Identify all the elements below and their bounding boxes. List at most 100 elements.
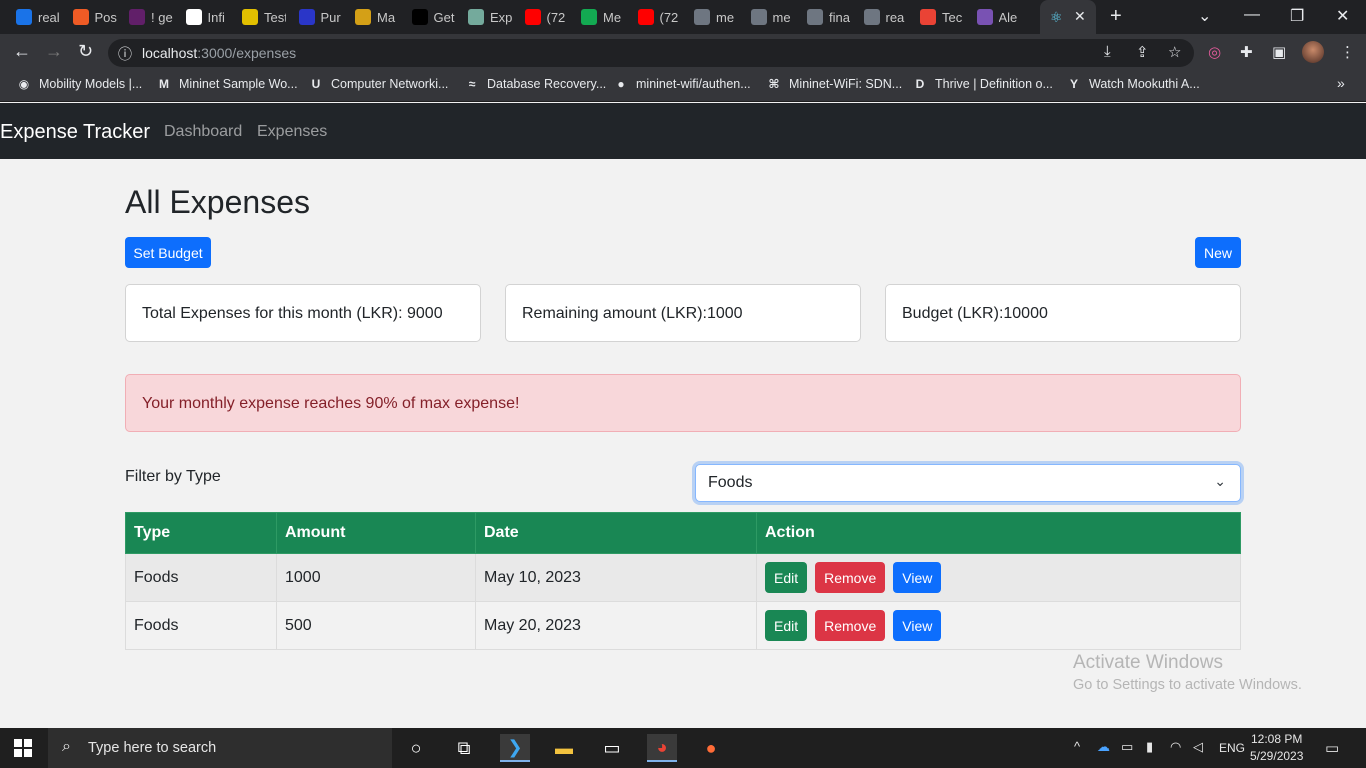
menu-icon[interactable]: ⋮ — [1340, 43, 1355, 61]
browser-tab[interactable]: me — [750, 0, 805, 34]
bookmark-item[interactable]: U Computer Networki... — [308, 76, 449, 92]
tab-title: (72 — [659, 9, 679, 25]
browser-tab[interactable]: ! ge — [129, 0, 183, 34]
cell-amount: 500 — [276, 601, 476, 650]
browser-tab[interactable]: real — [16, 0, 70, 34]
total-expenses-card: Total Expenses for this month (LKR): 900… — [125, 284, 481, 342]
browser-tab[interactable]: Pur — [298, 0, 353, 34]
browser-tab[interactable]: (72 — [524, 0, 579, 34]
more-bookmarks-icon[interactable]: » — [1337, 75, 1345, 91]
tab-favicon-icon — [920, 9, 936, 25]
battery-icon[interactable]: ▭ — [1121, 739, 1133, 755]
browser-tab[interactable]: Me — [581, 0, 635, 34]
close-window-icon[interactable]: ✕ — [1336, 6, 1349, 26]
bookmark-item[interactable]: ◉ Mobility Models |... — [16, 76, 143, 92]
new-expense-button[interactable]: New — [1195, 237, 1241, 268]
postman-icon[interactable]: ● — [696, 734, 726, 762]
reload-icon[interactable]: ↻ — [78, 41, 93, 62]
cell-date: May 10, 2023 — [475, 553, 757, 602]
clock[interactable]: 12:08 PM 5/29/2023 — [1250, 731, 1303, 765]
tab-title: Get — [433, 9, 455, 25]
vscode-icon[interactable]: ❯ — [500, 734, 530, 762]
bookmark-icon: U — [311, 77, 321, 91]
tab-title: ! ge — [151, 9, 173, 25]
tab-favicon-icon — [72, 9, 89, 25]
share-icon[interactable]: ⇪ — [1136, 43, 1149, 61]
browser-tab[interactable]: Ale — [976, 0, 1031, 34]
profile-avatar[interactable] — [1302, 41, 1324, 63]
restore-icon[interactable]: ❐ — [1290, 6, 1304, 26]
selected-type: Foods — [708, 474, 753, 491]
bookmark-item[interactable]: ● mininet-wifi/authen... — [613, 76, 750, 92]
browser-tab[interactable]: Test — [242, 0, 296, 34]
browser-tab[interactable]: Pos — [72, 0, 127, 34]
sidepanel-icon[interactable]: ▣ — [1272, 43, 1286, 61]
browser-tab[interactable]: Exp — [468, 0, 522, 34]
set-budget-button[interactable]: Set Budget — [125, 237, 211, 268]
install-icon[interactable]: ⤓ — [1104, 43, 1111, 60]
tab-active[interactable]: ⚛ — [1040, 0, 1096, 34]
edit-button[interactable]: Edit — [765, 562, 808, 593]
tab-favicon-icon — [976, 9, 993, 25]
tab-favicon-icon — [16, 9, 32, 25]
brand[interactable]: Expense Tracker — [0, 121, 150, 144]
browser-tab[interactable]: Get — [411, 0, 466, 34]
browser-tab[interactable]: Infi — [185, 0, 240, 34]
remove-button[interactable]: Remove — [815, 562, 886, 593]
search-placeholder: Type here to search — [88, 740, 217, 756]
nav-expenses[interactable]: Expenses — [257, 123, 327, 141]
browser-tab-strip: real Pos ! ge Infi Test Pur Ma Get Exp (72 Me (72 me… — [0, 0, 1366, 34]
remove-button[interactable]: Remove — [815, 610, 886, 641]
bookmark-star-icon[interactable]: ☆ — [1168, 43, 1181, 61]
forward-icon[interactable]: → — [45, 41, 63, 62]
chrome-icon[interactable]: ◕ — [647, 734, 677, 762]
windows-start-icon[interactable] — [14, 739, 32, 757]
browser-tab[interactable]: Ma — [355, 0, 409, 34]
tab-search-icon[interactable]: ⌄ — [1198, 6, 1211, 26]
cortana-icon[interactable]: ○ — [401, 734, 431, 762]
puzzle-icon[interactable]: ✚ — [1240, 43, 1253, 61]
page-title: All Expenses — [125, 184, 310, 220]
nav-dashboard[interactable]: Dashboard — [164, 123, 242, 141]
browser-tab[interactable]: rea — [863, 0, 918, 34]
site-info-icon[interactable]: ⓘ — [118, 44, 132, 64]
browser-tab[interactable]: me — [694, 0, 748, 34]
clock-time: 12:08 PM — [1251, 732, 1303, 746]
bookmark-item[interactable]: ≈ Database Recovery... — [464, 76, 607, 92]
browser-tab[interactable]: fina — [807, 0, 861, 34]
tab-favicon-icon — [807, 9, 823, 25]
bookmark-item[interactable]: Y Watch Mookuthi A... — [1066, 76, 1200, 92]
volume-icon[interactable]: ◁ — [1193, 739, 1203, 755]
file-explorer-icon[interactable]: ▬ — [549, 734, 579, 762]
edit-button[interactable]: Edit — [765, 610, 808, 641]
tab-title: me — [772, 9, 791, 25]
close-tab-icon[interactable]: ✕ — [1074, 8, 1086, 25]
type-filter-select[interactable]: Foods ⌄ — [695, 464, 1241, 502]
view-button[interactable]: View — [893, 610, 942, 641]
bookmark-item[interactable]: ⌘ Mininet-WiFi: SDN... — [766, 76, 902, 92]
extension-icon[interactable]: ◎ — [1208, 43, 1221, 61]
browser-tab[interactable]: Tec — [920, 0, 974, 34]
tab-favicon-icon — [242, 9, 258, 25]
view-button[interactable]: View — [893, 562, 942, 593]
onedrive-icon[interactable]: ☁ — [1097, 739, 1110, 755]
minimize-icon[interactable]: — — [1244, 6, 1260, 24]
bookmark-item[interactable]: D Thrive | Definition o... — [912, 76, 1053, 92]
language-indicator[interactable]: ENG — [1219, 741, 1245, 755]
browser-tab[interactable]: (72 — [637, 0, 692, 34]
filter-label: Filter by Type — [125, 468, 221, 485]
task-view-icon[interactable]: ⧉ — [449, 734, 479, 762]
cell-type: Foods — [125, 553, 277, 602]
show-hidden-icons[interactable]: ^ — [1074, 739, 1080, 754]
new-tab-button[interactable]: + — [1110, 5, 1122, 28]
microphone-icon[interactable]: ▮ — [1146, 739, 1153, 755]
back-icon[interactable]: ← — [13, 41, 31, 62]
clock-date: 5/29/2023 — [1250, 749, 1304, 763]
terminal-icon[interactable]: ▭ — [597, 734, 627, 762]
cell-actions: Edit Remove View — [756, 601, 1241, 650]
tab-favicon-icon — [355, 9, 371, 25]
notifications-icon[interactable]: ▭ — [1325, 739, 1339, 757]
react-icon: ⚛ — [1050, 8, 1063, 25]
bookmark-item[interactable]: M Mininet Sample Wo... — [156, 76, 298, 92]
wifi-icon[interactable]: ◠ — [1170, 739, 1181, 755]
